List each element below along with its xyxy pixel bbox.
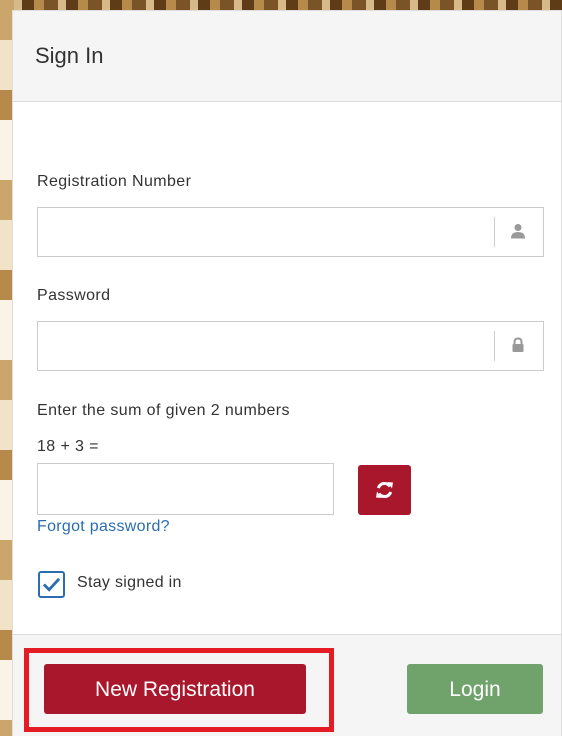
captcha-question: 18 + 3 = xyxy=(37,438,99,455)
stay-signed-in-label: Stay signed in xyxy=(77,574,182,591)
background-strip xyxy=(0,0,562,10)
user-icon xyxy=(494,208,543,256)
stay-signed-in-checkbox[interactable] xyxy=(38,571,65,598)
panel-header: Sign In xyxy=(13,11,561,102)
refresh-icon xyxy=(376,481,393,499)
captcha-prompt: Enter the sum of given 2 numbers xyxy=(37,402,290,419)
password-group xyxy=(37,321,544,371)
login-button[interactable]: Login xyxy=(407,664,543,714)
registration-number-input[interactable] xyxy=(38,208,494,256)
password-input[interactable] xyxy=(38,322,494,370)
captcha-answer-input[interactable] xyxy=(37,463,334,515)
sign-in-panel: Sign In Registration Number Password Ent… xyxy=(12,10,562,736)
registration-number-group xyxy=(37,207,544,257)
lock-icon xyxy=(494,322,543,370)
password-label: Password xyxy=(37,287,111,304)
new-registration-button[interactable]: New Registration xyxy=(44,664,306,714)
refresh-captcha-button[interactable] xyxy=(358,465,411,515)
registration-number-label: Registration Number xyxy=(37,173,192,190)
checkmark-icon xyxy=(42,577,61,592)
forgot-password-link[interactable]: Forgot password? xyxy=(37,518,170,536)
panel-title: Sign In xyxy=(35,43,104,68)
